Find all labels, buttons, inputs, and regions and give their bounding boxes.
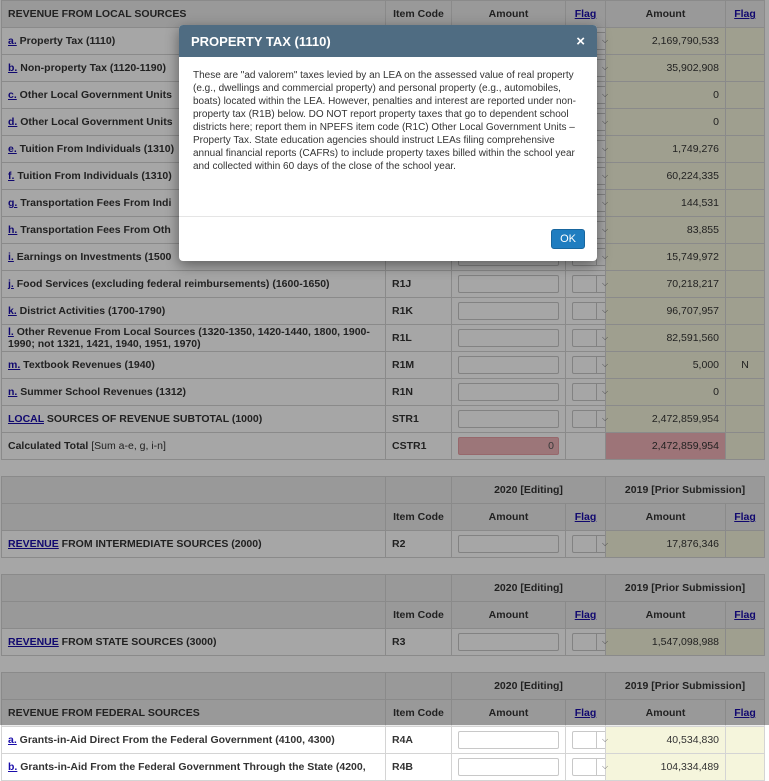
- modal-footer: OK: [179, 216, 597, 261]
- federal-letter-link[interactable]: b.: [8, 761, 17, 773]
- property-tax-modal: PROPERTY TAX (1110) × These are "ad valo…: [179, 25, 597, 261]
- federal-code: R4A: [385, 726, 452, 754]
- federal-amount-input[interactable]: [458, 758, 559, 776]
- federal-label: a. Grants-in-Aid Direct From the Federal…: [1, 726, 386, 754]
- federal-prior-flag: [725, 726, 766, 754]
- modal-body-text: These are "ad valorem" taxes levied by a…: [193, 70, 577, 172]
- federal-code: R4B: [385, 753, 452, 781]
- federal-label: b. Grants-in-Aid From the Federal Govern…: [1, 753, 386, 781]
- federal-flag-cell: ⌵: [564, 726, 614, 754]
- ok-button[interactable]: OK: [551, 229, 585, 249]
- federal-flag-cell: ⌵: [564, 753, 614, 781]
- federal-row: b. Grants-in-Aid From the Federal Govern…: [1, 753, 766, 781]
- federal-prior-flag: [725, 753, 766, 781]
- federal-amount-cell: [451, 726, 566, 754]
- federal-amount-input[interactable]: [458, 731, 559, 749]
- chevron-down-icon: ⌵: [596, 759, 613, 775]
- federal-flag-select[interactable]: ⌵: [572, 758, 614, 776]
- modal-title: PROPERTY TAX (1110): [191, 33, 331, 49]
- chevron-down-icon: ⌵: [596, 732, 613, 748]
- federal-prior-amount: 40,534,830: [605, 726, 727, 754]
- modal-header: PROPERTY TAX (1110) ×: [179, 25, 597, 57]
- close-icon[interactable]: ×: [576, 33, 585, 50]
- federal-prior-amount: 104,334,489: [605, 753, 727, 781]
- federal-label-text: Grants-in-Aid From the Federal Governmen…: [17, 761, 366, 773]
- federal-letter-link[interactable]: a.: [8, 734, 17, 746]
- federal-flag-select[interactable]: ⌵: [572, 731, 614, 749]
- federal-label-text: Grants-in-Aid Direct From the Federal Go…: [16, 734, 335, 746]
- federal-rows: a. Grants-in-Aid Direct From the Federal…: [1, 726, 766, 781]
- federal-amount-cell: [451, 753, 566, 781]
- federal-row: a. Grants-in-Aid Direct From the Federal…: [1, 726, 766, 754]
